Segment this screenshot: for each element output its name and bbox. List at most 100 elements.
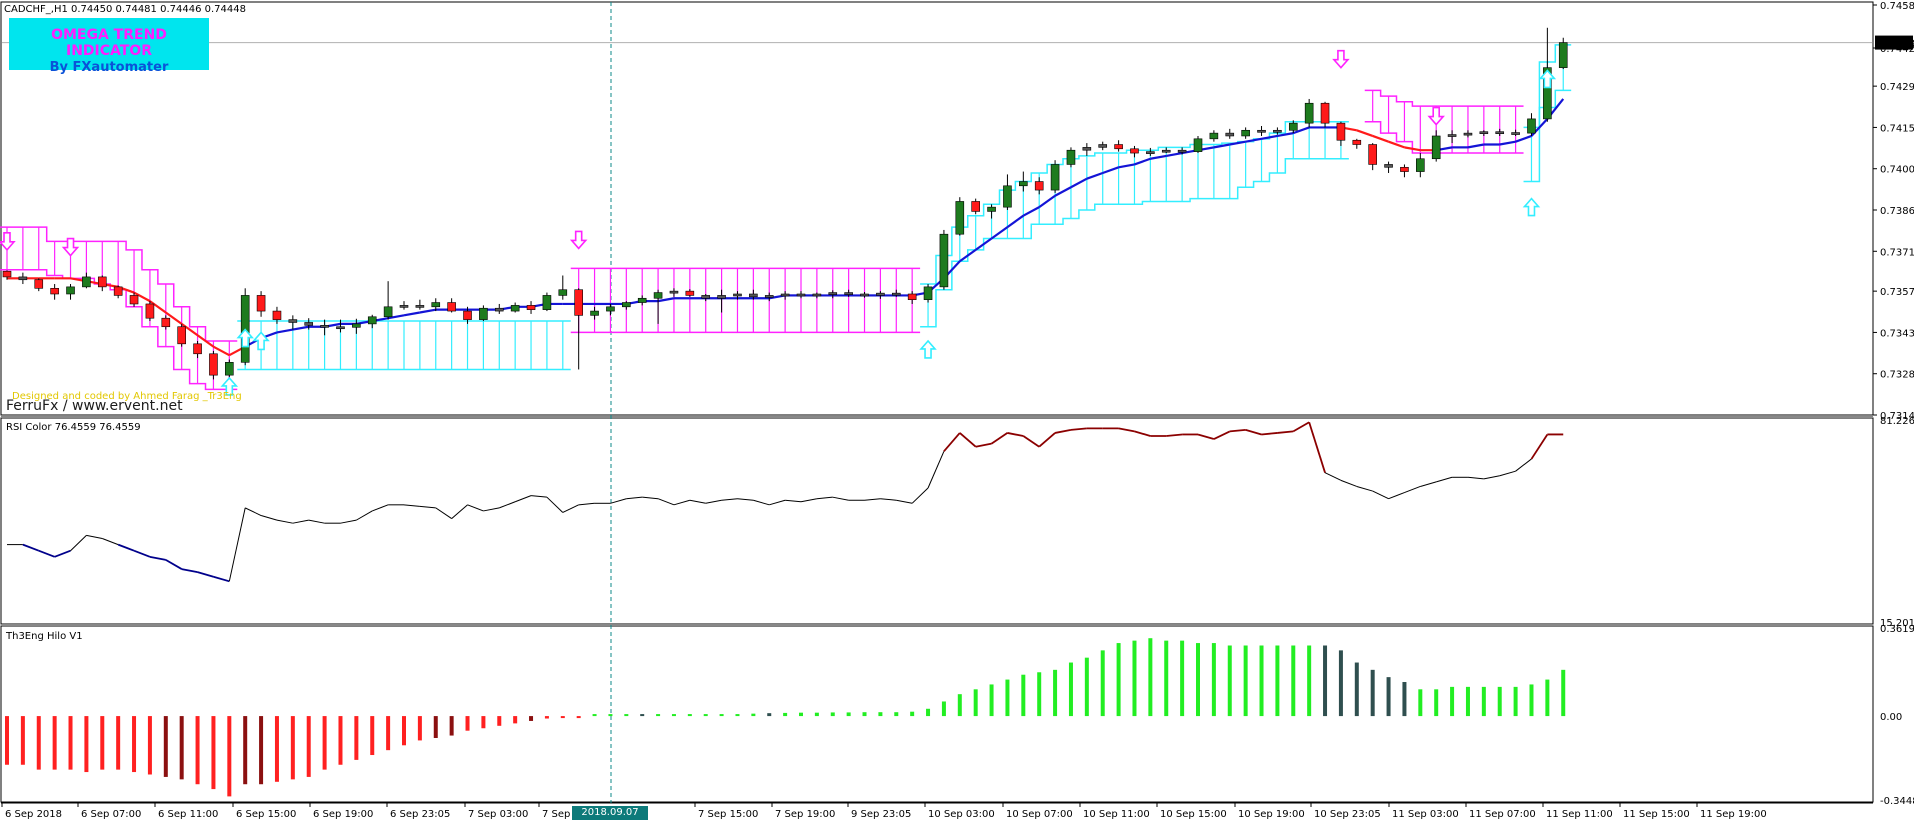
time-tick-label: 10 Sep 03:00	[928, 809, 995, 820]
rsi-segment	[356, 510, 373, 521]
time-tick-label: 10 Sep 19:00	[1238, 809, 1305, 820]
hilo-bar	[322, 716, 327, 770]
time-tick-label: 10 Sep 11:00	[1083, 809, 1150, 820]
time-tick-label: 7 Sep 19:00	[775, 809, 835, 820]
trend-ma-segment	[657, 297, 675, 303]
candle-body	[1130, 148, 1139, 154]
candle-body	[177, 326, 186, 345]
trend-ma-segment	[1467, 143, 1485, 149]
candle-body	[860, 293, 869, 297]
rsi-segment	[959, 432, 977, 448]
rsi-segment	[975, 442, 992, 448]
hilo-bar	[529, 716, 534, 721]
hilo-bar	[846, 712, 851, 717]
candle-body	[256, 295, 266, 312]
candle-body	[1098, 144, 1108, 148]
hilo-bar	[84, 716, 89, 773]
rsi-segment	[1483, 475, 1500, 480]
candle-body	[1320, 102, 1330, 124]
trend-ma-segment	[1022, 206, 1040, 217]
rsi-segment	[451, 504, 468, 519]
hilo-bar	[1037, 672, 1042, 717]
trend-ma-segment	[990, 226, 1009, 240]
candle-body	[606, 306, 615, 312]
hilo-bar	[1545, 679, 1550, 717]
candle-body	[494, 307, 504, 312]
hilo-bar	[735, 714, 740, 717]
hilo-bar	[465, 716, 470, 731]
candle-body	[1400, 166, 1409, 172]
hilo-bar	[1148, 638, 1153, 717]
panel-frame	[0, 625, 1874, 803]
rsi-segment	[673, 499, 690, 506]
candle-body	[653, 292, 663, 299]
candle-body	[669, 290, 679, 294]
rsi-segment	[70, 535, 87, 552]
candle-body	[1161, 149, 1171, 153]
hilo-bar	[179, 716, 184, 780]
candle-body	[574, 289, 583, 316]
rsi-segment	[721, 498, 738, 501]
rsi-segment	[1356, 485, 1373, 492]
trend-ma-segment	[1388, 140, 1405, 149]
hilo-title: Th3Eng Hilo V1	[6, 631, 83, 642]
candle-body	[1225, 132, 1235, 137]
rsi-segment	[785, 499, 802, 503]
hilo-bar	[926, 708, 931, 717]
candle-body	[1019, 181, 1028, 187]
price-panel	[0, 27, 1872, 396]
trend-ma-segment	[1118, 163, 1135, 169]
rsi-segment	[1388, 492, 1405, 500]
candle-body	[1066, 149, 1076, 165]
crosshair-time-label: 2018.09.07 17:00	[572, 806, 648, 832]
hilo-bar	[1211, 643, 1216, 717]
chart-canvas: 0.745800.744290.742950.741500.740050.738…	[0, 1, 1914, 820]
trend-ma-segment	[1102, 166, 1119, 175]
hilo-bar	[1370, 669, 1375, 717]
hilo-bar	[433, 716, 438, 738]
candle-body	[288, 319, 298, 323]
hilo-bar	[132, 716, 137, 773]
logo-subtitle: By FXautomater	[49, 60, 169, 75]
rsi-segment	[133, 549, 151, 558]
candle-body	[780, 293, 790, 297]
hilo-bar	[211, 716, 216, 790]
time-tick-label: 6 Sep 19:00	[313, 809, 373, 820]
time-tick-label: 11 Sep 19:00	[1700, 809, 1767, 820]
time-tick-label: 10 Sep 23:05	[1314, 809, 1381, 820]
price-tick-label: 0.74295	[1880, 82, 1914, 93]
hilo-bar	[687, 714, 692, 717]
rsi-segment	[467, 504, 484, 512]
hilo-bar	[592, 714, 597, 717]
hilo-bar	[1529, 684, 1534, 717]
hilo-bar	[624, 714, 629, 717]
time-tick-label: 7 Sep 15:00	[698, 809, 758, 820]
candle-body	[1416, 158, 1425, 172]
candle-body	[1511, 132, 1520, 135]
hilo-bar	[751, 713, 756, 717]
rsi-segment	[292, 519, 309, 524]
rsi-segment	[1515, 458, 1532, 472]
rsi-segment	[610, 498, 627, 504]
rsi-segment	[1070, 427, 1087, 431]
rsi-segment	[1229, 428, 1246, 433]
candle-body	[113, 286, 123, 296]
rsi-segment	[657, 498, 675, 506]
hilo-bar	[227, 716, 232, 797]
trend-ma-segment	[292, 325, 309, 331]
hilo-bar	[560, 716, 565, 719]
time-tick-label: 6 Sep 15:00	[236, 809, 296, 820]
current-price-label: 0.74448	[1877, 39, 1914, 50]
hilo-bar	[1259, 645, 1264, 717]
hilo-bar	[513, 716, 518, 724]
hilo-bar	[1323, 645, 1328, 717]
candle-body	[1479, 131, 1489, 135]
trend-ma-segment	[1261, 134, 1278, 140]
hilo-bar	[1243, 645, 1248, 717]
rsi-segment	[1245, 429, 1262, 436]
rsi-segment	[1436, 476, 1453, 483]
hilo-bar	[957, 694, 962, 717]
rsi-segment	[1530, 433, 1549, 460]
candle-body	[1034, 181, 1044, 191]
candle-body	[987, 206, 996, 212]
